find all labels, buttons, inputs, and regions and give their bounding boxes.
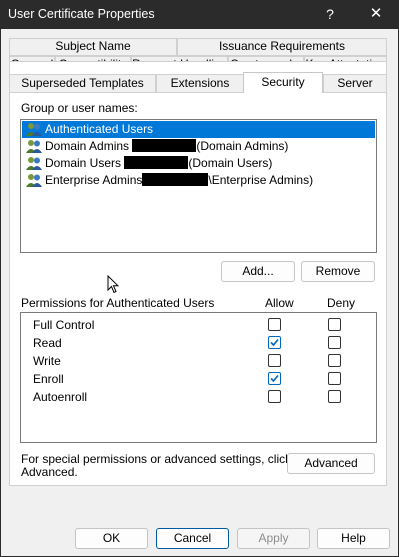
deny-header: Deny <box>327 296 356 310</box>
user-name-text: Enterprise Admins <box>45 173 143 187</box>
tab-server[interactable]: Server <box>323 74 387 93</box>
redaction-block <box>142 173 209 186</box>
apply-button[interactable]: Apply <box>237 528 310 549</box>
deny-checkbox-write[interactable] <box>328 354 341 367</box>
user-name-text: Authenticated Users <box>45 122 154 136</box>
checkmark-icon <box>270 338 279 347</box>
user-name: Domain Admins (Domain Admins) <box>45 138 288 155</box>
tab-superseded-templates[interactable]: Superseded Templates <box>9 74 156 93</box>
allow-checkbox-full-control[interactable] <box>268 318 281 331</box>
user-name: Enterprise Admins \Enterprise Admins) <box>45 172 313 189</box>
permission-name: Read <box>33 336 62 350</box>
tab-subject-name[interactable]: Subject Name <box>9 38 177 56</box>
user-list[interactable]: Authenticated Users Domain Admins (Domai… <box>20 119 377 253</box>
tab-label: Subject Name <box>55 39 131 53</box>
advanced-hint-line1: For special permissions or advanced sett… <box>21 452 292 466</box>
deny-checkbox-read[interactable] <box>328 336 341 349</box>
user-name-domain: (Domain Admins) <box>196 139 289 153</box>
allow-checkbox-write[interactable] <box>268 354 281 367</box>
deny-checkbox-full-control[interactable] <box>328 318 341 331</box>
add-button[interactable]: Add... <box>221 261 295 282</box>
close-icon[interactable]: ✕ <box>356 0 396 28</box>
remove-button[interactable]: Remove <box>301 261 375 282</box>
permissions-label: Permissions for Authenticated Users <box>21 296 215 310</box>
user-name-text: Domain Admins <box>45 139 133 153</box>
tab-label: Server <box>337 76 373 90</box>
advanced-hint-line2: Advanced. <box>21 465 78 479</box>
tab-label: Superseded Templates <box>21 76 144 90</box>
tab-label: Extensions <box>170 76 230 90</box>
help-button[interactable]: Help <box>317 528 390 549</box>
user-group-icon <box>26 157 42 170</box>
permission-name: Write <box>33 354 61 368</box>
allow-header: Allow <box>265 296 294 310</box>
permission-name: Enroll <box>33 372 64 386</box>
window-title: User Certificate Properties <box>8 7 155 21</box>
allow-checkbox-read[interactable] <box>268 336 281 349</box>
allow-checkbox-autoenroll[interactable] <box>268 390 281 403</box>
user-name: Authenticated Users <box>45 121 153 138</box>
tab-label: Issuance Requirements <box>218 39 346 53</box>
tab-issuance-requirements[interactable]: Issuance Requirements <box>177 38 387 56</box>
list-item[interactable]: Authenticated Users <box>22 121 375 138</box>
user-group-icon <box>26 123 42 136</box>
checkmark-icon <box>270 374 279 383</box>
cancel-button[interactable]: Cancel <box>156 528 229 549</box>
ok-button[interactable]: OK <box>75 528 148 549</box>
title-bar: User Certificate Properties ? ✕ <box>0 0 399 28</box>
permission-name: Full Control <box>33 318 95 332</box>
help-icon[interactable]: ? <box>310 0 350 28</box>
tab-label: Security <box>261 75 305 89</box>
group-or-user-names-label: Group or user names: <box>21 101 138 115</box>
user-name-domain: (Domain Users) <box>188 156 273 170</box>
redaction-block <box>124 156 189 169</box>
mouse-pointer-icon <box>107 275 119 294</box>
permission-name: Autoenroll <box>33 390 88 404</box>
advanced-button[interactable]: Advanced <box>287 453 375 474</box>
user-name: Domain Users (Domain Users) <box>45 155 272 172</box>
list-item[interactable]: Domain Users (Domain Users) <box>22 155 375 172</box>
user-group-icon <box>26 140 42 153</box>
redaction-block <box>132 139 197 152</box>
user-group-icon <box>26 174 42 187</box>
tab-security[interactable]: Security <box>243 72 323 93</box>
list-item[interactable]: Domain Admins (Domain Admins) <box>22 138 375 155</box>
deny-checkbox-autoenroll[interactable] <box>328 390 341 403</box>
user-name-domain: \Enterprise Admins) <box>208 173 314 187</box>
user-name-text: Domain Users <box>45 156 125 170</box>
list-item[interactable]: Enterprise Admins \Enterprise Admins) <box>22 172 375 189</box>
tab-extensions[interactable]: Extensions <box>156 74 244 93</box>
deny-checkbox-enroll[interactable] <box>328 372 341 385</box>
allow-checkbox-enroll[interactable] <box>268 372 281 385</box>
